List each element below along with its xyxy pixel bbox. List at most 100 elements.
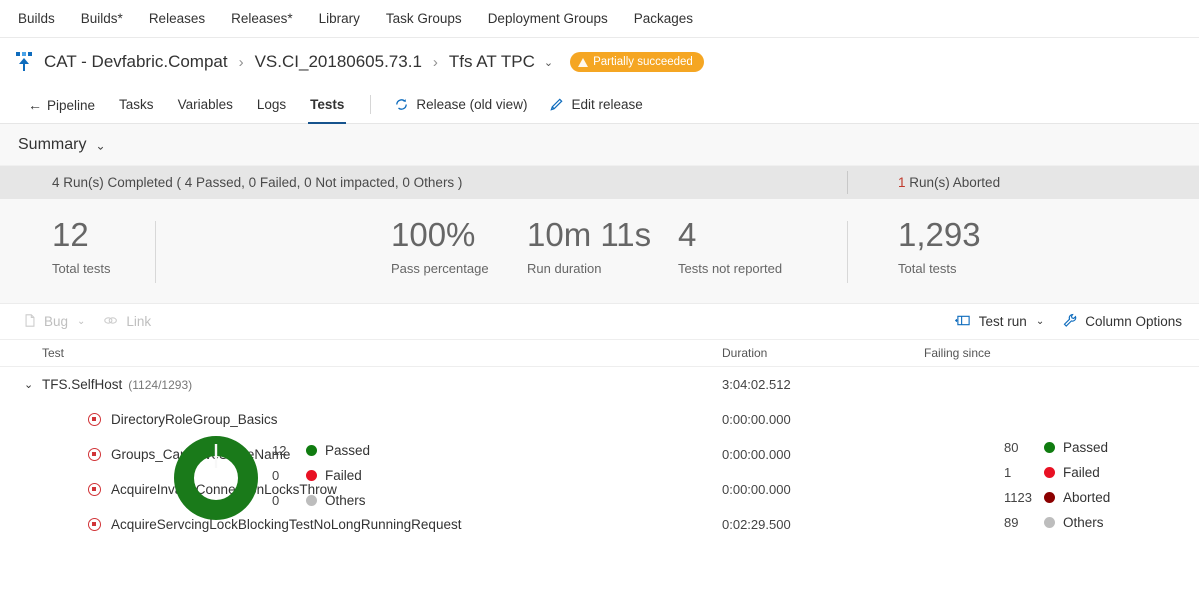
aborted-test-icon [88, 483, 101, 496]
nav-item-releases-preview[interactable]: Releases* [231, 11, 293, 26]
test-run-label: Test run [979, 314, 1027, 329]
nav-item-builds[interactable]: Builds [18, 11, 55, 26]
metric-pass-percentage-value: 100% [391, 215, 489, 255]
table-row[interactable]: DirectoryRoleGroup_Basics 0:00:00.000 [0, 402, 1199, 437]
chevron-down-icon[interactable]: ⌄ [77, 316, 85, 327]
group-count: (1124/1293) [128, 378, 192, 392]
breadcrumb-item-definition[interactable]: CAT - Devfabric.Compat [44, 52, 228, 72]
chevron-down-icon[interactable]: ⌄ [1036, 316, 1044, 327]
nav-item-packages[interactable]: Packages [634, 11, 693, 26]
group-panel-icon [955, 313, 972, 331]
metric-tests-not-reported: 4 Tests not reported [678, 215, 782, 276]
metric-aborted-total-tests: 1,293 Total tests [898, 215, 981, 276]
summary-header[interactable]: Summary ⌃ [0, 124, 1199, 166]
refresh-arrow-icon [394, 97, 409, 112]
metric-run-duration-label: Run duration [527, 261, 651, 276]
failed-dot-icon [306, 470, 317, 481]
bug-button[interactable]: Bug ⌄ [14, 307, 94, 337]
status-badge: Partially succeeded [570, 52, 704, 72]
nav-item-library[interactable]: Library [319, 11, 360, 26]
aborted-legend: 80 Passed 1 Failed 1123 Aborted 89 Other… [1004, 435, 1110, 535]
metric-tests-not-reported-value: 4 [678, 215, 782, 255]
pivot-bar: ←Pipeline Tasks Variables Logs Tests Rel… [0, 86, 1199, 124]
others-dot-icon [1044, 517, 1055, 528]
legend-item: 0 Failed [272, 463, 370, 488]
edit-release-button[interactable]: Edit release [538, 86, 653, 124]
column-header-duration[interactable]: Duration [722, 346, 924, 360]
group-name: TFS.SelfHost [42, 377, 122, 392]
legend-count: 89 [1004, 515, 1044, 530]
legend-count: 80 [1004, 440, 1044, 455]
summary-title: Summary [18, 136, 86, 154]
nav-item-task-groups[interactable]: Task Groups [386, 11, 462, 26]
column-options-label: Column Options [1085, 314, 1182, 329]
legend-item: 12 Passed [272, 438, 370, 463]
legend-label: Failed [325, 468, 362, 483]
summary-metrics: 12 Total tests 12 Passed 0 Failed 0 Othe… [0, 199, 1199, 304]
metric-run-duration: 10m 11s Run duration [527, 215, 651, 276]
test-name: DirectoryRoleGroup_Basics [111, 412, 278, 427]
legend-label: Others [325, 493, 366, 508]
run-counts-strip: 4 Run(s) Completed ( 4 Passed, 0 Failed,… [0, 166, 1199, 199]
pencil-icon [549, 97, 564, 112]
tab-tasks[interactable]: Tasks [107, 86, 166, 124]
column-options-button[interactable]: Column Options [1053, 307, 1191, 337]
pass-fail-donut-chart [172, 434, 260, 522]
tab-logs[interactable]: Logs [245, 86, 298, 124]
nav-item-releases[interactable]: Releases [149, 11, 205, 26]
warning-triangle-icon [578, 58, 588, 67]
breadcrumb-separator: › [433, 54, 438, 71]
runs-aborted-label: Run(s) Aborted [909, 175, 1000, 190]
metric-run-duration-value: 10m 11s [527, 215, 651, 255]
aborted-test-icon [88, 413, 101, 426]
link-icon [103, 313, 119, 331]
link-button[interactable]: Link [94, 307, 160, 337]
column-header-test[interactable]: Test [0, 346, 722, 360]
metrics-divider [155, 221, 156, 283]
test-duration: 0:00:00.000 [722, 482, 924, 497]
back-to-pipeline-button[interactable]: ←Pipeline [16, 86, 107, 124]
breadcrumb-item-release[interactable]: VS.CI_20180605.73.1 [255, 52, 422, 72]
table-row-group[interactable]: ⌄ TFS.SelfHost (1124/1293) 3:04:02.512 [0, 367, 1199, 402]
status-badge-label: Partially succeeded [593, 56, 693, 68]
breadcrumb-item-environment[interactable]: Tfs AT TPC [449, 52, 535, 72]
aborted-dot-icon [1044, 492, 1055, 503]
edit-release-label: Edit release [571, 97, 642, 112]
column-header-failing-since[interactable]: Failing since [924, 346, 1154, 360]
chevron-up-icon[interactable]: ⌃ [95, 138, 105, 152]
nav-item-builds-preview[interactable]: Builds* [81, 11, 123, 26]
aborted-test-icon [88, 448, 101, 461]
aborted-test-icon [88, 518, 101, 531]
tab-tests[interactable]: Tests [298, 86, 356, 124]
legend-label: Passed [325, 443, 370, 458]
tab-variables[interactable]: Variables [166, 86, 245, 124]
nav-item-deployment-groups[interactable]: Deployment Groups [488, 11, 608, 26]
chevron-down-icon[interactable]: ⌄ [24, 378, 42, 391]
legend-label: Passed [1063, 440, 1108, 455]
metric-pass-percentage-label: Pass percentage [391, 261, 489, 276]
release-icon [14, 51, 34, 73]
run-strip-divider [847, 171, 848, 194]
passed-dot-icon [1044, 442, 1055, 453]
release-old-view-button[interactable]: Release (old view) [383, 86, 538, 124]
legend-count: 0 [272, 493, 306, 508]
chevron-down-icon[interactable]: ⌄ [544, 56, 553, 69]
metric-total-tests: 12 Total tests [52, 215, 111, 276]
donut-legend: 12 Passed 0 Failed 0 Others [272, 438, 370, 513]
breadcrumb: CAT - Devfabric.Compat › VS.CI_20180605.… [0, 38, 1199, 86]
failed-dot-icon [1044, 467, 1055, 478]
legend-item: 0 Others [272, 488, 370, 513]
test-duration: 0:00:00.000 [722, 412, 924, 427]
test-run-grouping-button[interactable]: Test run ⌄ [946, 307, 1053, 337]
passed-dot-icon [306, 445, 317, 456]
test-duration: 0:00:00.000 [722, 447, 924, 462]
metric-total-tests-value: 12 [52, 215, 111, 255]
global-nav: Builds Builds* Releases Releases* Librar… [0, 0, 1199, 38]
bug-file-icon [23, 313, 37, 331]
back-to-pipeline-label: Pipeline [47, 98, 95, 113]
runs-completed-text: 4 Run(s) Completed ( 4 Passed, 0 Failed,… [0, 175, 462, 190]
metric-tests-not-reported-label: Tests not reported [678, 261, 782, 276]
breadcrumb-separator: › [239, 54, 244, 71]
legend-count: 0 [272, 468, 306, 483]
legend-count: 12 [272, 443, 306, 458]
